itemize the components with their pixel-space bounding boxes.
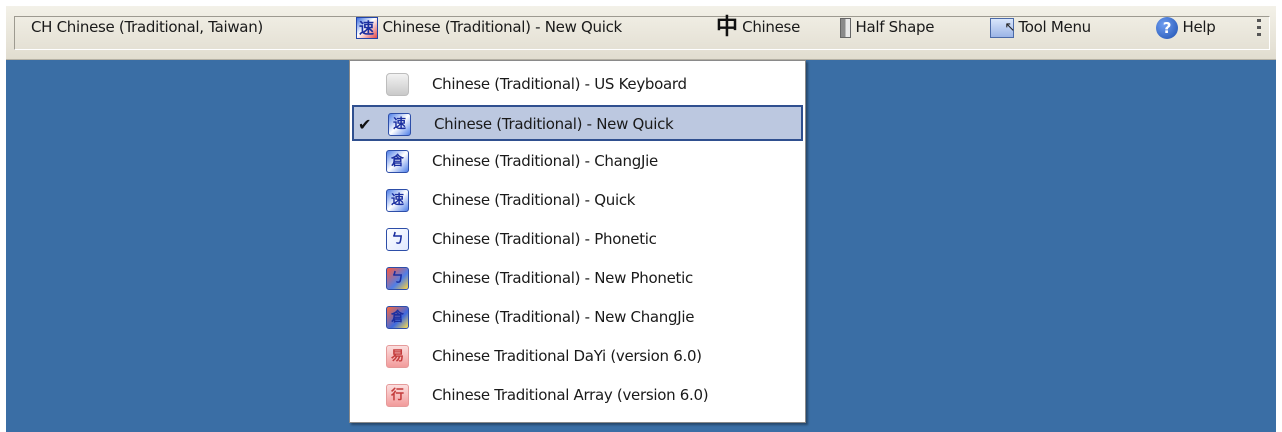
- menu-item-quick[interactable]: 速 Chinese (Traditional) - Quick: [352, 183, 803, 219]
- shape-toggle-label: Half Shape: [855, 18, 935, 36]
- tool-menu-label: Tool Menu: [1018, 18, 1091, 36]
- language-indicator-label: CH Chinese (Traditional, Taiwan): [31, 18, 263, 36]
- half-shape-icon: [840, 17, 851, 38]
- ime-selector-label: Chinese (Traditional) - New Quick: [382, 18, 622, 36]
- menu-item-label: Chinese (Traditional) - US Keyboard: [432, 75, 687, 93]
- quick-icon: 速: [386, 189, 409, 212]
- ime-selector-button[interactable]: Chinese (Traditional) - New Quick: [356, 12, 622, 43]
- menu-item-label: Chinese (Traditional) - New Quick: [434, 115, 674, 133]
- new-quick-ime-icon: [356, 13, 378, 43]
- tool-menu-icon: [990, 13, 1015, 43]
- tool-menu-button[interactable]: Tool Menu: [990, 12, 1091, 43]
- menu-item-label: Chinese (Traditional) - Phonetic: [432, 230, 657, 248]
- dayi-icon: 易: [386, 345, 409, 368]
- menu-item-changjie[interactable]: 倉 Chinese (Traditional) - ChangJie: [352, 144, 803, 180]
- language-indicator[interactable]: CH Chinese (Traditional, Taiwan): [31, 12, 263, 42]
- help-button[interactable]: ? Help: [1156, 12, 1216, 42]
- menu-item-new-quick[interactable]: ✔ 速 Chinese (Traditional) - New Quick: [352, 105, 803, 141]
- menu-item-label: Chinese Traditional DaYi (version 6.0): [432, 347, 702, 365]
- menu-item-label: Chinese (Traditional) - New Phonetic: [432, 269, 693, 287]
- options-grip-icon[interactable]: [1257, 19, 1261, 37]
- menu-item-label: Chinese (Traditional) - Quick: [432, 191, 636, 209]
- menu-item-dayi[interactable]: 易 Chinese Traditional DaYi (version 6.0): [352, 339, 803, 375]
- changjie-icon: 倉: [386, 150, 409, 173]
- new-quick-icon: 速: [388, 113, 411, 136]
- menu-item-phonetic[interactable]: ㄅ Chinese (Traditional) - Phonetic: [352, 222, 803, 258]
- array-icon: 行: [386, 384, 409, 407]
- shape-toggle-button[interactable]: Half Shape: [840, 12, 934, 42]
- input-mode-label: Chinese: [742, 18, 800, 36]
- new-changjie-icon: 倉: [386, 306, 409, 329]
- keyboard-icon: [386, 73, 409, 96]
- input-mode-button[interactable]: 中 Chinese: [716, 12, 800, 42]
- ime-dropdown-menu: Chinese (Traditional) - US Keyboard ✔ 速 …: [349, 60, 806, 423]
- menu-item-new-changjie[interactable]: 倉 Chinese (Traditional) - New ChangJie: [352, 300, 803, 336]
- help-icon: ?: [1156, 16, 1178, 39]
- phonetic-icon: ㄅ: [386, 228, 409, 251]
- new-phonetic-icon: ㄅ: [386, 267, 409, 290]
- menu-item-label: Chinese Traditional Array (version 6.0): [432, 386, 709, 404]
- menu-item-us-keyboard[interactable]: Chinese (Traditional) - US Keyboard: [352, 67, 803, 103]
- menu-item-label: Chinese (Traditional) - ChangJie: [432, 152, 658, 170]
- chinese-mode-icon: 中: [716, 14, 738, 40]
- help-label: Help: [1182, 18, 1216, 36]
- menu-item-new-phonetic[interactable]: ㄅ Chinese (Traditional) - New Phonetic: [352, 261, 803, 297]
- checkmark-icon: ✔: [358, 115, 372, 134]
- menu-item-label: Chinese (Traditional) - New ChangJie: [432, 308, 695, 326]
- menu-item-array[interactable]: 行 Chinese Traditional Array (version 6.0…: [352, 378, 803, 414]
